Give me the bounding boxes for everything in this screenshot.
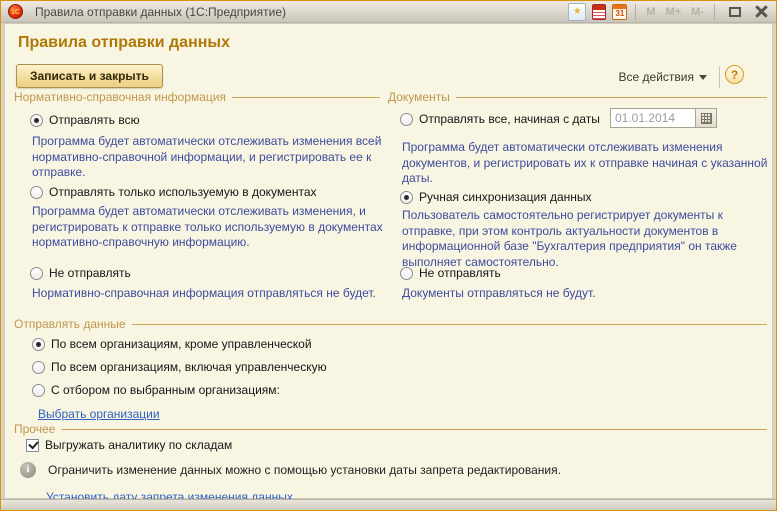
- help-button[interactable]: ?: [725, 65, 744, 84]
- page-title: Правила отправки данных: [18, 34, 230, 52]
- checkbox-icon: [26, 439, 39, 452]
- calendar-icon-day: 31: [613, 8, 626, 19]
- option-description: Программа будет автоматически отслеживат…: [402, 140, 770, 187]
- start-date-field-group: [610, 108, 717, 128]
- calculator-icon[interactable]: [592, 4, 606, 20]
- titlebar-icons: ★ 31 М М+ М-: [568, 3, 776, 21]
- all-actions-label: Все действия: [619, 70, 694, 84]
- chevron-down-icon: [699, 75, 707, 80]
- radio-icon: [400, 267, 413, 280]
- save-and-close-button[interactable]: Записать и закрыть: [16, 64, 163, 88]
- info-icon: i: [20, 462, 36, 478]
- radio-label: Отправлять всю: [49, 113, 140, 127]
- radio-label: По всем организациям, включая управленче…: [51, 360, 327, 374]
- radio-icon: [30, 114, 43, 127]
- option-description: Нормативно-справочная информация отправл…: [32, 286, 392, 302]
- radio-icon: [32, 384, 45, 397]
- radio-all-orgs-except-management[interactable]: По всем организациям, кроме управленческ…: [32, 337, 767, 351]
- radio-icon: [400, 191, 413, 204]
- option-description: Документы отправляться не будут.: [402, 286, 772, 302]
- radio-send-all[interactable]: Отправлять всю: [30, 113, 380, 127]
- group-title: Прочее: [14, 422, 55, 436]
- start-date-input[interactable]: [610, 108, 696, 128]
- group-rule: [61, 429, 767, 430]
- group-send-data: Отправлять данные По всем организациям, …: [14, 317, 767, 422]
- checkbox-export-warehouse-analytics[interactable]: Выгружать аналитику по складам: [26, 438, 767, 452]
- form-content: Правила отправки данных Записать и закры…: [4, 23, 773, 499]
- 1c-logo-icon: 1С: [8, 4, 23, 19]
- group-header: Отправлять данные: [14, 317, 767, 331]
- calendar-grid-icon: [701, 113, 712, 124]
- group-header: Прочее: [14, 422, 767, 436]
- calendar-icon[interactable]: 31: [612, 4, 627, 20]
- titlebar-separator: [635, 4, 636, 20]
- memory-m-plus-button[interactable]: М+: [664, 6, 684, 18]
- toolbar-separator: [719, 66, 720, 88]
- group-rule: [232, 97, 380, 98]
- radio-selected-orgs-filter[interactable]: С отбором по выбранным организациям:: [32, 383, 767, 397]
- window-title: Правила отправки данных (1С:Предприятие): [35, 5, 286, 19]
- radio-icon: [32, 338, 45, 351]
- info-row: i Ограничить изменение данных можно с по…: [20, 462, 767, 478]
- maximize-button[interactable]: [729, 7, 741, 17]
- titlebar-separator: [714, 4, 715, 20]
- star-icon: ★: [573, 7, 582, 17]
- checkbox-label: Выгружать аналитику по складам: [45, 438, 232, 452]
- group-header: Документы: [388, 90, 767, 104]
- group-rule: [132, 324, 767, 325]
- select-organizations-link[interactable]: Выбрать организации: [38, 407, 160, 421]
- radio-icon: [30, 186, 43, 199]
- radio-label: Отправлять все, начиная с даты: [419, 112, 600, 126]
- radio-label: С отбором по выбранным организациям:: [51, 383, 280, 397]
- radio-manual-sync[interactable]: Ручная синхронизация данных: [400, 190, 767, 204]
- radio-label: Ручная синхронизация данных: [419, 190, 592, 204]
- radio-label: Не отправлять: [419, 266, 501, 280]
- radio-all-orgs-including-management[interactable]: По всем организациям, включая управленче…: [32, 360, 767, 374]
- radio-icon: [32, 361, 45, 374]
- radio-icon: [400, 113, 413, 126]
- radio-do-not-send-documents[interactable]: Не отправлять: [400, 266, 767, 280]
- option-description: Программа будет автоматически отслеживат…: [32, 204, 384, 251]
- group-title: Нормативно-справочная информация: [14, 90, 226, 104]
- group-reference-info: Нормативно-справочная информация Отправл…: [14, 90, 380, 320]
- group-documents: Документы Отправлять все, начиная с даты…: [388, 90, 767, 320]
- all-actions-button[interactable]: Все действия: [619, 70, 707, 84]
- radio-label: Отправлять только используемую в докумен…: [49, 185, 317, 199]
- group-other: Прочее Выгружать аналитику по складам i …: [14, 422, 767, 511]
- info-text: Ограничить изменение данных можно с помо…: [48, 463, 561, 477]
- radio-label: Не отправлять: [49, 266, 131, 280]
- radio-do-not-send-nsi[interactable]: Не отправлять: [30, 266, 380, 280]
- app-window: 1С Правила отправки данных (1С:Предприят…: [0, 0, 777, 511]
- group-header: Нормативно-справочная информация: [14, 90, 380, 104]
- date-picker-button[interactable]: [696, 108, 717, 128]
- option-description: Программа будет автоматически отслеживат…: [32, 134, 384, 181]
- memory-m-button[interactable]: М: [644, 6, 657, 18]
- radio-label: По всем организациям, кроме управленческ…: [51, 337, 312, 351]
- titlebar: 1С Правила отправки данных (1С:Предприят…: [1, 1, 776, 23]
- group-title: Отправлять данные: [14, 317, 126, 331]
- radio-icon: [30, 267, 43, 280]
- favorites-icon[interactable]: ★: [568, 3, 586, 21]
- memory-m-minus-button[interactable]: М-: [689, 6, 706, 18]
- group-rule: [456, 97, 767, 98]
- statusbar: [1, 499, 776, 510]
- group-title: Документы: [388, 90, 450, 104]
- radio-send-used-only[interactable]: Отправлять только используемую в докумен…: [30, 185, 380, 199]
- close-button[interactable]: [755, 5, 768, 18]
- option-description: Пользователь самостоятельно регистрирует…: [402, 208, 772, 270]
